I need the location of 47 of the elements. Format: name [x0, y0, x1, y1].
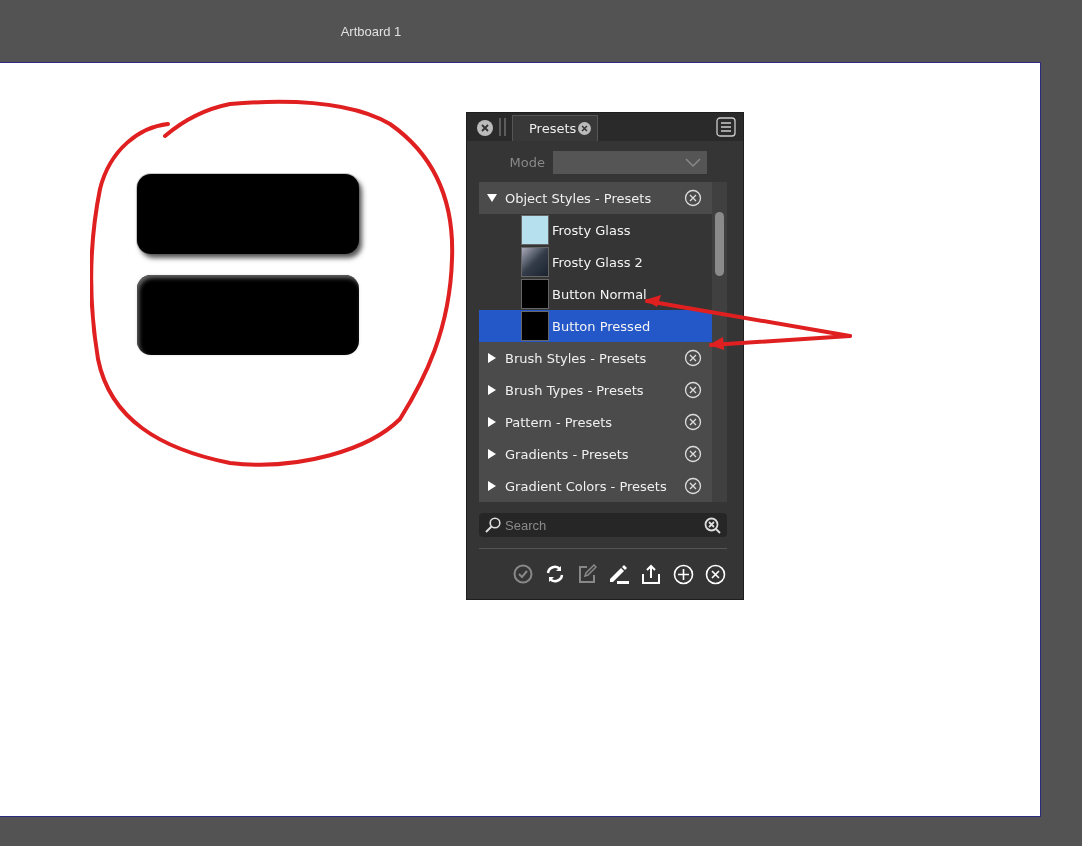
preset-category[interactable]: Pattern - Presets — [479, 406, 712, 438]
preset-category[interactable]: Brush Types - Presets — [479, 374, 712, 406]
search-field[interactable]: Search — [479, 513, 727, 537]
toolbar-button[interactable] — [671, 562, 695, 586]
scrollbar-thumb[interactable] — [715, 212, 724, 276]
delete-icon[interactable] — [684, 349, 702, 367]
preset-swatch — [521, 311, 549, 341]
preset-category[interactable]: Brush Styles - Presets — [479, 342, 712, 374]
collapsed-triangle-icon[interactable] — [487, 385, 497, 395]
delete-icon[interactable] — [684, 477, 702, 495]
preset-category[interactable]: Gradient Colors - Presets — [479, 470, 712, 502]
pencil-icon — [608, 564, 630, 584]
refresh-icon — [545, 564, 565, 584]
collapsed-triangle-icon[interactable] — [487, 353, 497, 363]
close-icon[interactable] — [578, 122, 591, 135]
edit-icon — [577, 564, 597, 584]
share-icon — [640, 563, 662, 585]
toolbar-button[interactable] — [703, 562, 727, 586]
delete-icon[interactable] — [684, 381, 702, 399]
preset-category[interactable]: Object Styles - Presets — [479, 182, 712, 214]
preset-swatch — [521, 215, 549, 245]
delete-icon[interactable] — [684, 445, 702, 463]
chevron-down-icon — [685, 158, 701, 167]
toolbar-button[interactable] — [607, 562, 631, 586]
search-input[interactable]: Search — [505, 517, 700, 533]
presets-tab[interactable]: Presets — [512, 115, 598, 141]
expanded-triangle-icon[interactable] — [487, 193, 497, 203]
delete-icon[interactable] — [684, 189, 702, 207]
close-icon[interactable] — [477, 120, 493, 136]
search-icon — [485, 517, 501, 533]
menu-icon[interactable] — [716, 117, 736, 137]
check-circle-icon — [513, 564, 533, 584]
add-circle-icon — [672, 563, 694, 585]
collapsed-triangle-icon[interactable] — [487, 481, 497, 491]
preset-category[interactable]: Gradients - Presets — [479, 438, 712, 470]
clear-search-icon[interactable] — [704, 516, 721, 534]
close-circle-icon — [704, 563, 726, 585]
preset-swatch — [521, 247, 549, 277]
collapsed-triangle-icon[interactable] — [487, 449, 497, 459]
toolbar-button[interactable] — [639, 562, 663, 586]
preset-swatch — [521, 279, 549, 309]
delete-icon[interactable] — [684, 413, 702, 431]
preset-item[interactable]: Button Pressed — [479, 310, 712, 342]
artboard-title: Artboard 1 — [340, 23, 402, 39]
collapsed-triangle-icon[interactable] — [487, 417, 497, 427]
grip-icon[interactable] — [499, 118, 506, 136]
mode-label: Mode — [508, 155, 545, 170]
